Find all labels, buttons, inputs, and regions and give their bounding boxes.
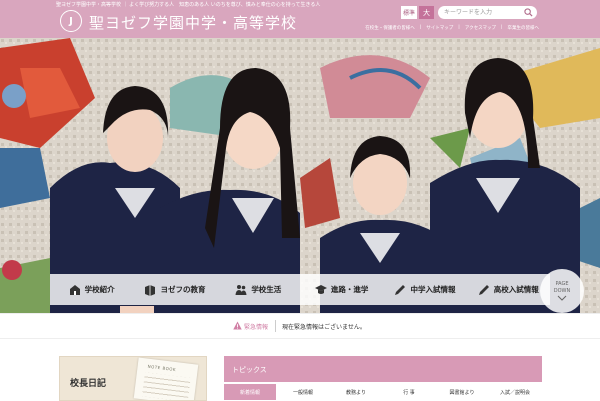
school-building-icon [69,284,80,295]
principal-diary-label: 校長日記 [70,379,107,389]
utility-nav: 在校生・保護者の皆様へ | サイトマップ | アクセスマップ | 卒業生の皆様へ [364,25,540,31]
hero-photo-students [0,38,600,313]
logo-mark: J [69,15,73,27]
nav-item-education[interactable]: ヨゼフの教育 [133,284,216,296]
text-size-standard-button[interactable]: 標準 [401,6,417,19]
pencil-icon [478,284,489,295]
nav-item-career[interactable]: 進路・進学 [300,284,383,296]
tab-events[interactable]: 行 事 [383,384,436,400]
nav-item-school-intro[interactable]: 学校紹介 [50,284,133,296]
tab-general-info[interactable]: 一般情報 [277,384,330,400]
search-icon[interactable] [524,8,533,17]
util-link-alumni[interactable]: 卒業生の皆様へ [507,25,541,31]
graduation-icon [314,284,327,294]
school-logo-icon[interactable]: J [60,10,82,32]
site-title[interactable]: 聖ヨゼフ学園中学・高等学校 [89,12,297,33]
nav-item-school-life[interactable]: 学校生活 [217,284,300,296]
nav-label: 中学入試情報 [410,285,456,294]
hero-image: 学校紹介 ヨゼフの教育 学校生活 進路・進学 中学入試情報 高校入試情報 [0,38,600,313]
util-link-access[interactable]: アクセスマップ [464,25,497,31]
nav-label: 進路・進学 [330,285,369,294]
tab-admission-briefing[interactable]: 入試／説明会 [489,384,542,400]
main-nav: 学校紹介 ヨゼフの教育 学校生活 進路・進学 中学入試情報 高校入試情報 [50,274,550,305]
search-input[interactable] [444,8,522,17]
nav-label: 学校紹介 [84,285,115,294]
nav-label: 学校生活 [251,285,282,294]
tab-academic-affairs[interactable]: 教務より [330,384,383,400]
emergency-info-label: 緊急情報 [244,324,269,331]
warning-icon [233,321,242,330]
divider [275,320,276,332]
notebook-lines [142,372,191,400]
site-header: 聖ヨゼフ学園中学・高等学校 ｜ よく学び努力する人 知恵のある人 いのちを尊び、… [0,0,600,38]
util-sep: | [458,25,460,30]
util-sep: | [419,25,422,30]
search-box [438,6,537,19]
pencil-icon [395,284,406,295]
emergency-info-bar: 緊急情報 現在緊急情報はございません。 [0,313,600,339]
notebook-title: NOTE BOOK [147,363,177,373]
page-down-button[interactable]: PAGE DOWN [540,269,584,313]
topics-panel: トピックス 新着情報 一般情報 教務より 行 事 図書館より 入試／説明会 [224,356,542,401]
util-sep: | [500,25,503,30]
nav-label: ヨゼフの教育 [160,285,206,294]
page-down-label: DOWN [553,288,571,294]
tab-new-info[interactable]: 新着情報 [224,384,277,400]
nav-item-jhs-admission[interactable]: 中学入試情報 [383,284,466,296]
tab-library[interactable]: 図書館より [436,384,489,400]
emergency-info-text: 現在緊急情報はございません。 [282,324,366,331]
util-link-sitemap[interactable]: サイトマップ [425,25,454,31]
topics-title: トピックス [232,366,267,374]
book-icon [145,284,156,296]
nav-item-hs-admission[interactable]: 高校入試情報 [467,284,550,296]
chevron-down-icon [557,295,567,301]
students-icon [235,284,247,295]
util-link-current-students[interactable]: 在校生・保護者の皆様へ [364,25,416,31]
notebook-image: NOTE BOOK [133,357,199,400]
topics-tabs: 新着情報 一般情報 教務より 行 事 図書館より 入試／説明会 [224,384,542,400]
page-down-label: PAGE [555,281,569,287]
text-size-large-button[interactable]: 大 [419,6,434,19]
header-tagline: 聖ヨゼフ学園中学・高等学校 ｜ よく学び努力する人 知恵のある人 いのちを尊び、… [56,2,321,8]
topics-header: トピックス [224,356,542,382]
nav-label: 高校入試情報 [493,285,539,294]
principal-diary-banner[interactable]: NOTE BOOK 校長日記 [59,356,207,401]
